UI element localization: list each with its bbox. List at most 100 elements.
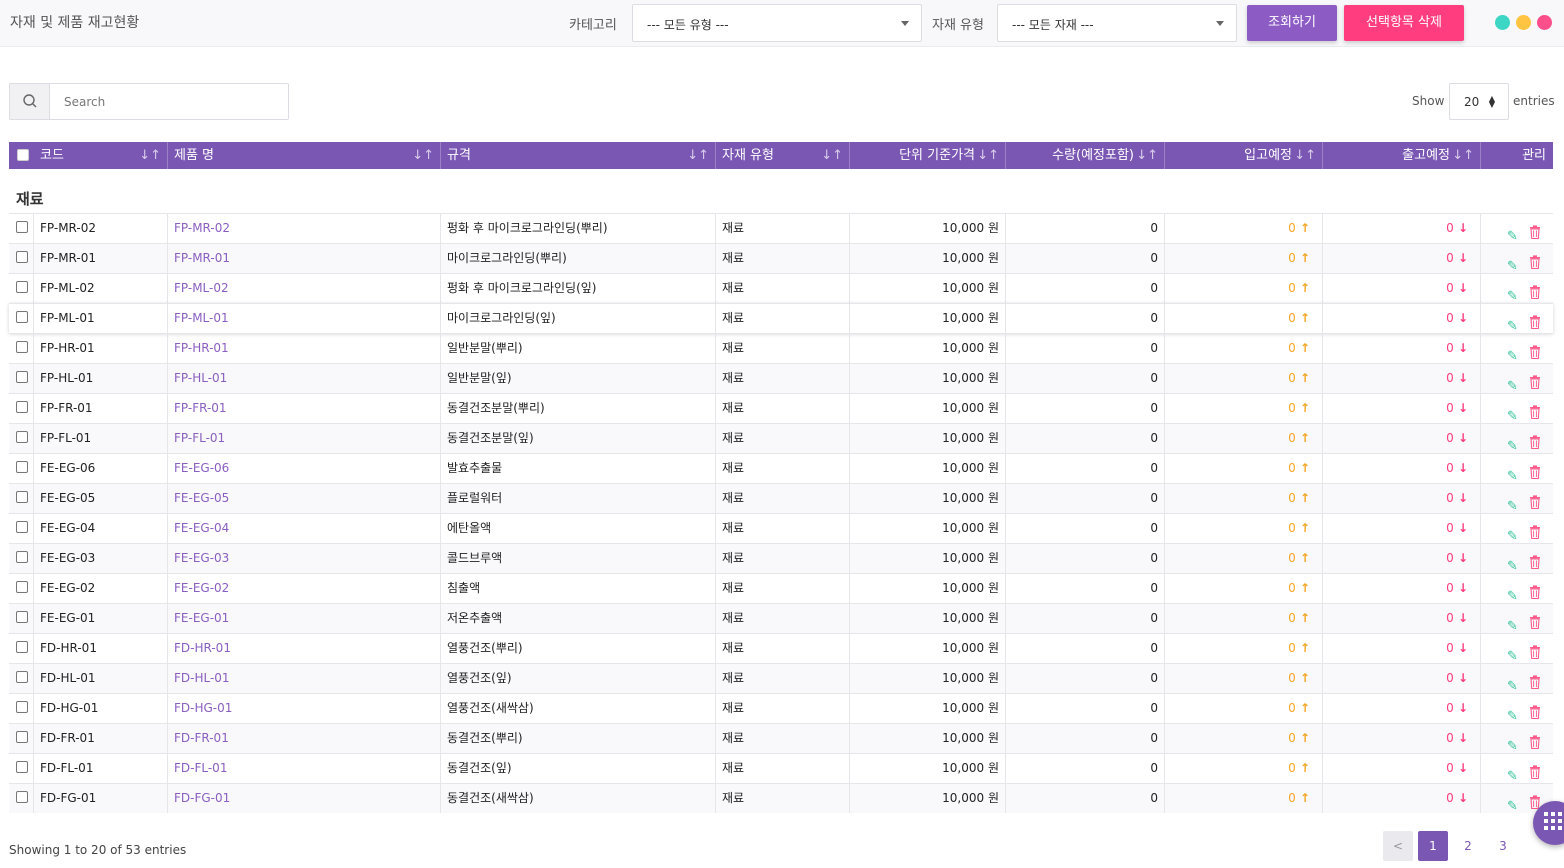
row-checkbox[interactable] — [16, 311, 28, 323]
outbound-cell[interactable]: 0 ↓ — [1323, 574, 1481, 603]
row-checkbox[interactable] — [16, 371, 28, 383]
edit-icon[interactable]: ✎ — [1507, 792, 1518, 813]
row-checkbox[interactable] — [16, 551, 28, 563]
outbound-cell[interactable]: 0 ↓ — [1323, 544, 1481, 573]
inbound-cell[interactable]: 0 ↑ — [1165, 274, 1323, 303]
trash-icon[interactable] — [1529, 431, 1541, 453]
inbound-cell[interactable]: 0 ↑ — [1165, 634, 1323, 663]
product-name-link[interactable]: FE-EG-04 — [168, 514, 441, 543]
inbound-cell[interactable]: 0 ↑ — [1165, 604, 1323, 633]
row-checkbox[interactable] — [16, 491, 28, 503]
edit-icon[interactable]: ✎ — [1507, 432, 1518, 453]
product-name-link[interactable]: FP-MR-02 — [168, 214, 441, 243]
row-checkbox[interactable] — [16, 611, 28, 623]
row-checkbox[interactable] — [16, 341, 28, 353]
product-name-link[interactable]: FE-EG-06 — [168, 454, 441, 483]
trash-icon[interactable] — [1529, 581, 1541, 603]
inbound-cell[interactable]: 0 ↑ — [1165, 304, 1323, 333]
trash-icon[interactable] — [1529, 641, 1541, 663]
search-button[interactable]: 조회하기 — [1247, 5, 1337, 41]
trash-icon[interactable] — [1529, 611, 1541, 633]
edit-icon[interactable]: ✎ — [1507, 582, 1518, 603]
trash-icon[interactable] — [1529, 461, 1541, 483]
apps-menu-button[interactable] — [1533, 801, 1564, 845]
edit-icon[interactable]: ✎ — [1507, 522, 1518, 543]
inbound-cell[interactable]: 0 ↑ — [1165, 514, 1323, 543]
row-checkbox[interactable] — [16, 641, 28, 653]
inbound-cell[interactable]: 0 ↑ — [1165, 424, 1323, 453]
trash-icon[interactable] — [1529, 281, 1541, 303]
trash-icon[interactable] — [1529, 731, 1541, 753]
product-name-link[interactable]: FP-HR-01 — [168, 334, 441, 363]
row-checkbox[interactable] — [16, 431, 28, 443]
product-name-link[interactable]: FD-HG-01 — [168, 694, 441, 723]
inbound-cell[interactable]: 0 ↑ — [1165, 454, 1323, 483]
outbound-cell[interactable]: 0 ↓ — [1323, 454, 1481, 483]
trash-icon[interactable] — [1529, 551, 1541, 573]
trash-icon[interactable] — [1529, 341, 1541, 363]
row-checkbox[interactable] — [16, 461, 28, 473]
outbound-cell[interactable]: 0 ↓ — [1323, 514, 1481, 543]
product-name-link[interactable]: FD-FR-01 — [168, 724, 441, 753]
edit-icon[interactable]: ✎ — [1507, 282, 1518, 303]
row-checkbox[interactable] — [16, 251, 28, 263]
product-name-link[interactable]: FE-EG-02 — [168, 574, 441, 603]
outbound-cell[interactable]: 0 ↓ — [1323, 634, 1481, 663]
trash-icon[interactable] — [1529, 311, 1541, 333]
outbound-cell[interactable]: 0 ↓ — [1323, 724, 1481, 753]
trash-icon[interactable] — [1529, 401, 1541, 423]
row-checkbox[interactable] — [16, 791, 28, 803]
inbound-cell[interactable]: 0 ↑ — [1165, 784, 1323, 813]
inbound-cell[interactable]: 0 ↑ — [1165, 724, 1323, 753]
pagination-page-3[interactable]: 3 — [1488, 831, 1518, 861]
column-header-inbound[interactable]: 입고예정 ↓↑ — [1165, 142, 1323, 169]
edit-icon[interactable]: ✎ — [1507, 612, 1518, 633]
trash-icon[interactable] — [1529, 491, 1541, 513]
column-header-price[interactable]: 단위 기준가격 ↓↑ — [850, 142, 1006, 169]
outbound-cell[interactable]: 0 ↓ — [1323, 694, 1481, 723]
product-name-link[interactable]: FE-EG-05 — [168, 484, 441, 513]
outbound-cell[interactable]: 0 ↓ — [1323, 424, 1481, 453]
delete-selected-button[interactable]: 선택항목 삭제 — [1344, 5, 1464, 41]
edit-icon[interactable]: ✎ — [1507, 672, 1518, 693]
column-header-outbound[interactable]: 출고예정 ↓↑ — [1323, 142, 1481, 169]
inbound-cell[interactable]: 0 ↑ — [1165, 544, 1323, 573]
row-checkbox[interactable] — [16, 731, 28, 743]
pink-dot-icon[interactable] — [1537, 15, 1552, 30]
outbound-cell[interactable]: 0 ↓ — [1323, 784, 1481, 813]
product-name-link[interactable]: FP-HL-01 — [168, 364, 441, 393]
edit-icon[interactable]: ✎ — [1507, 342, 1518, 363]
outbound-cell[interactable]: 0 ↓ — [1323, 754, 1481, 783]
inbound-cell[interactable]: 0 ↑ — [1165, 664, 1323, 693]
outbound-cell[interactable]: 0 ↓ — [1323, 214, 1481, 243]
row-checkbox[interactable] — [16, 671, 28, 683]
column-header-code[interactable]: 코드 ↓↑ — [34, 142, 168, 169]
select-all-checkbox[interactable] — [17, 149, 29, 161]
edit-icon[interactable]: ✎ — [1507, 732, 1518, 753]
trash-icon[interactable] — [1529, 521, 1541, 543]
product-name-link[interactable]: FD-HR-01 — [168, 634, 441, 663]
edit-icon[interactable]: ✎ — [1507, 462, 1518, 483]
pagination-page-2[interactable]: 2 — [1453, 831, 1483, 861]
product-name-link[interactable]: FP-MR-01 — [168, 244, 441, 273]
trash-icon[interactable] — [1529, 251, 1541, 273]
row-checkbox[interactable] — [16, 701, 28, 713]
category-select[interactable]: --- 모든 유형 --- — [632, 4, 922, 42]
outbound-cell[interactable]: 0 ↓ — [1323, 274, 1481, 303]
column-header-quantity[interactable]: 수량(예정포함) ↓↑ — [1006, 142, 1165, 169]
yellow-dot-icon[interactable] — [1516, 15, 1531, 30]
pagination-page-1[interactable]: 1 — [1418, 831, 1448, 861]
row-checkbox[interactable] — [16, 761, 28, 773]
edit-icon[interactable]: ✎ — [1507, 552, 1518, 573]
product-name-link[interactable]: FD-FL-01 — [168, 754, 441, 783]
pagination-prev[interactable]: < — [1383, 831, 1413, 861]
inbound-cell[interactable]: 0 ↑ — [1165, 694, 1323, 723]
trash-icon[interactable] — [1529, 671, 1541, 693]
trash-icon[interactable] — [1529, 221, 1541, 243]
row-checkbox[interactable] — [16, 281, 28, 293]
search-input[interactable] — [51, 84, 288, 119]
outbound-cell[interactable]: 0 ↓ — [1323, 604, 1481, 633]
inbound-cell[interactable]: 0 ↑ — [1165, 754, 1323, 783]
product-name-link[interactable]: FP-ML-01 — [168, 304, 441, 333]
row-checkbox[interactable] — [16, 401, 28, 413]
